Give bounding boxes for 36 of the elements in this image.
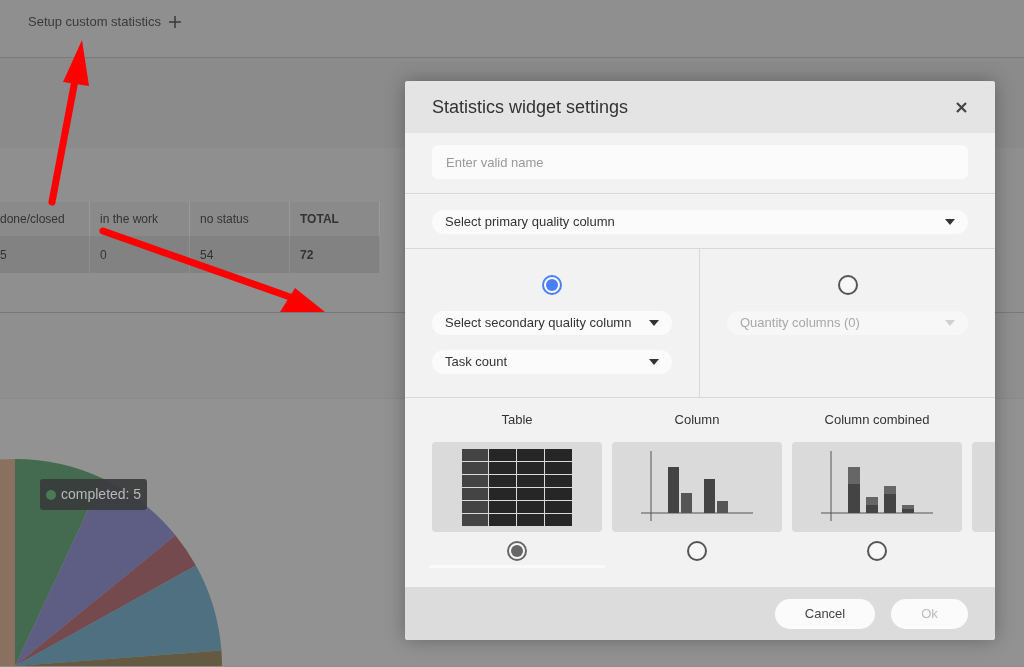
dialog-title: Statistics widget settings (432, 95, 629, 119)
tooltip-text: completed: 5 (61, 485, 142, 504)
table-cell: 5 (0, 236, 90, 273)
widget-type-card[interactable] (792, 442, 962, 532)
column-header: in the work (90, 202, 190, 236)
widget-type-label: Column combined (824, 412, 930, 428)
bar-chart-icon (641, 451, 753, 523)
radio-button[interactable] (867, 541, 887, 561)
widget-type-label: Column (674, 412, 720, 428)
table-grid-icon (462, 448, 572, 526)
select-dropdown[interactable]: Select primary quality column (432, 210, 968, 234)
column-header: done/closed (0, 202, 90, 236)
close-icon[interactable] (956, 101, 967, 113)
page-title: Setup custom statistics (28, 12, 161, 31)
radio-button[interactable] (542, 275, 562, 295)
select-dropdown[interactable]: Select secondary quality column (432, 311, 672, 335)
table-cell: 0 (90, 236, 190, 273)
caret-icon (945, 219, 955, 225)
caret-icon (649, 359, 659, 365)
radio-button[interactable] (687, 541, 707, 561)
cancel-button[interactable]: Cancel (775, 598, 875, 629)
caret-icon (649, 320, 659, 326)
select-dropdown[interactable]: Task count (432, 350, 672, 374)
stacked-bar-chart-icon (821, 451, 933, 523)
widget-type-label: Table (501, 412, 533, 428)
table-cell: 54 (190, 236, 290, 273)
radio-button[interactable] (837, 275, 858, 295)
widget-type-card[interactable] (612, 442, 782, 532)
caret-icon (945, 320, 955, 326)
column-header: TOTAL (290, 202, 380, 236)
widget-type-card[interactable] (432, 442, 602, 532)
plus-icon[interactable] (168, 15, 181, 28)
radio-button[interactable] (507, 541, 527, 561)
column-header: no status (190, 202, 290, 236)
table-cell: 72 (290, 236, 380, 273)
name-input-field[interactable]: Enter valid name (432, 145, 968, 179)
